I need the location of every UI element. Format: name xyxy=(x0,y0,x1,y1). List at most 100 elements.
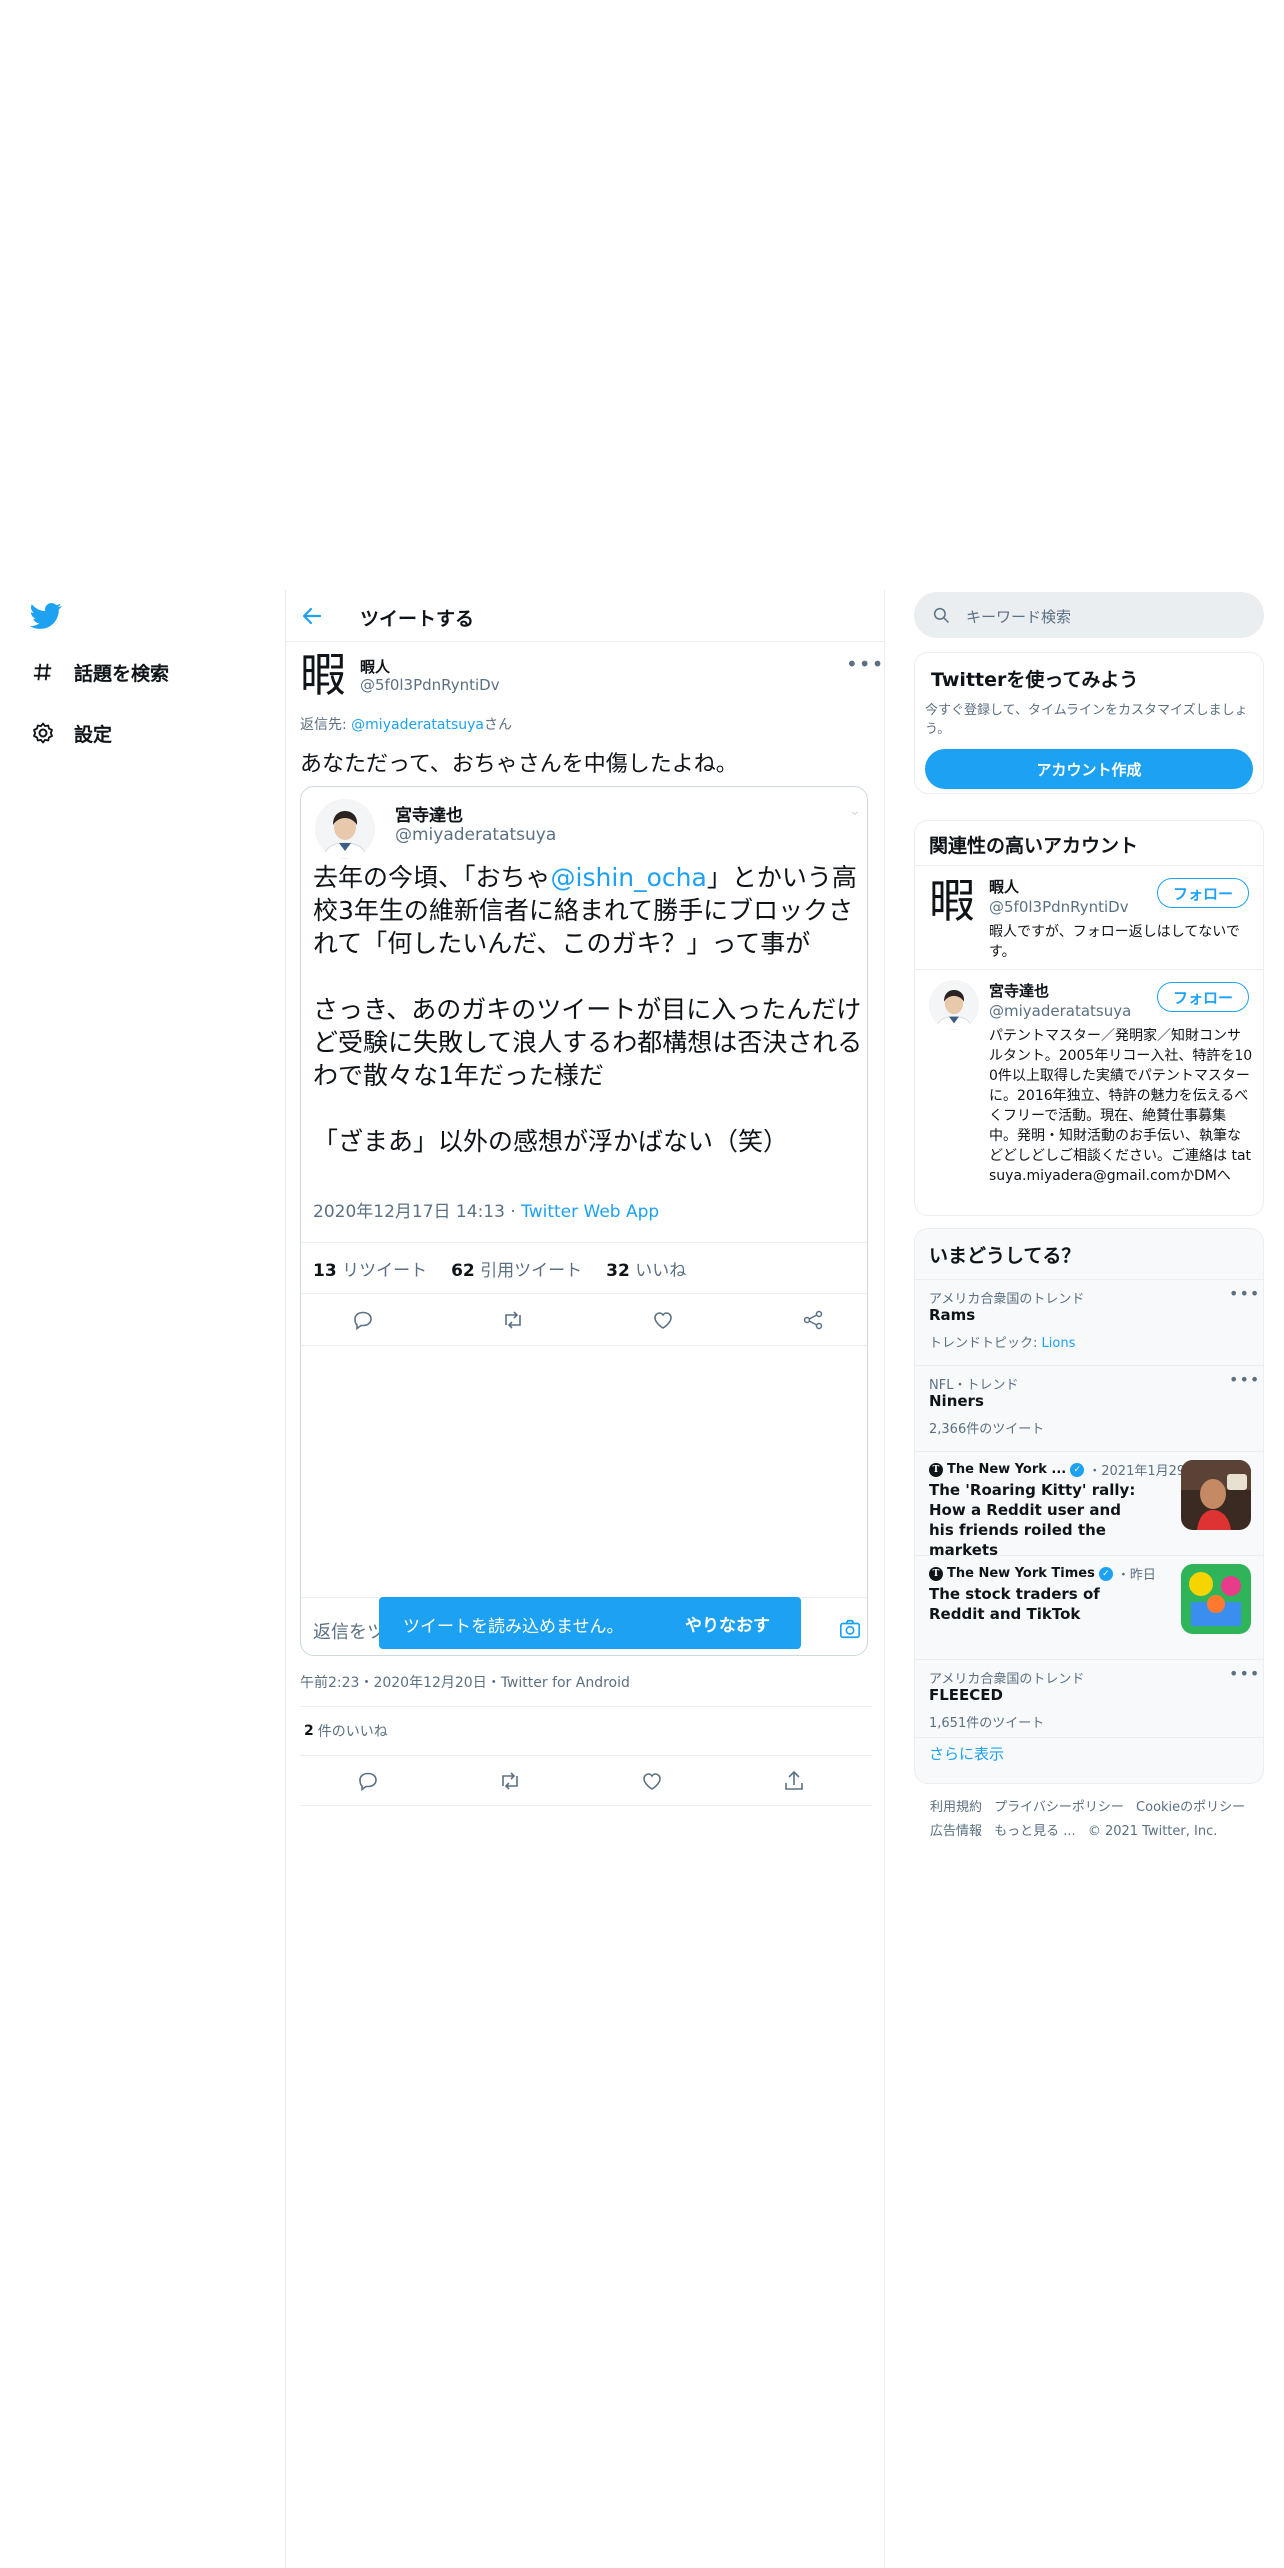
quoted-author-handle[interactable]: @miyaderatatsuya xyxy=(395,825,556,845)
related-account-handle[interactable]: @5f0l3PdnRyntiDv xyxy=(989,898,1129,916)
related-account-bio: 暇人ですが、フォロー返しはしてないです。 xyxy=(989,924,1240,960)
retweet-icon[interactable] xyxy=(498,1769,522,1793)
more-options-icon[interactable]: ••• xyxy=(1229,1664,1260,1683)
page-title: ツイートする xyxy=(360,608,475,630)
footer-link-cookies[interactable]: Cookieのポリシー xyxy=(1136,1800,1245,1815)
retry-button[interactable]: やりなおす xyxy=(685,1611,770,1636)
footer-copyright: © 2021 Twitter, Inc. xyxy=(1087,1824,1218,1839)
nyt-logo-icon: T xyxy=(929,1462,943,1477)
chevron-down-icon[interactable]: ⌄ xyxy=(849,803,861,819)
signup-panel: Twitterを使ってみよう 今すぐ登録して、タイムラインをカスタマイズしましょ… xyxy=(914,652,1264,794)
quoted-mention[interactable]: @ishin_ocha xyxy=(551,863,707,892)
reply-icon[interactable] xyxy=(351,1308,375,1332)
tweet-author-name[interactable]: 暇人 xyxy=(360,656,390,677)
news-source: T The New York ... ✓ ・2021年1月29日 xyxy=(929,1460,1198,1479)
tweet-author-avatar[interactable]: 暇 xyxy=(300,650,354,704)
share-icon[interactable] xyxy=(801,1308,825,1332)
twitter-logo-icon[interactable] xyxy=(30,600,62,632)
verified-badge-icon: ✓ xyxy=(1070,1462,1085,1477)
news-source: T The New York Times ✓ ・昨日 xyxy=(929,1564,1156,1583)
news-item[interactable]: T The New York Times ✓ ・昨日 The stock trader… xyxy=(915,1555,1263,1659)
reply-input-placeholder[interactable]: 返信をツ xyxy=(313,1618,385,1644)
reply-to-mention[interactable]: @miyaderatatsuya xyxy=(351,717,484,733)
news-headline: The stock traders of Reddit and TikTok xyxy=(929,1585,1100,1623)
trend-name: FLEECED xyxy=(929,1686,1004,1704)
like-icon[interactable] xyxy=(640,1769,664,1793)
related-account[interactable]: 宮寺達也 @miyaderatatsuya パテントマスター／発明家／知財コンサ… xyxy=(915,969,1263,1215)
tweet-text: あなただって、おちゃさんを中傷したよね。 xyxy=(300,752,738,777)
trend-subtitle: トレンドトピック: Lions xyxy=(929,1336,1076,1351)
show-more-link[interactable]: さらに表示 xyxy=(929,1743,1004,1764)
trend-topic-link[interactable]: Lions xyxy=(1042,1336,1076,1351)
tweet-likes-row[interactable]: 2 件のいいね xyxy=(300,1706,872,1756)
tweet-timestamp[interactable]: 午前2:23・2020年12月20日・Twitter for Android xyxy=(300,1672,630,1692)
follow-button[interactable]: フォロー xyxy=(1157,878,1249,908)
reply-to-suffix: さん xyxy=(484,717,512,733)
trends-panel: いまどうしてる？ アメリカ合衆国のトレンド Rams トレンドトピック: Lio… xyxy=(914,1228,1264,1784)
more-options-icon[interactable]: ••• xyxy=(846,652,884,676)
related-account-avatar[interactable] xyxy=(929,980,979,1030)
page-header: ツイートする xyxy=(286,590,886,642)
nav-explore-label: 話題を検索 xyxy=(74,662,170,685)
footer: 利用規約 プライバシーポリシー Cookieのポリシー 広告情報 もっと見る .… xyxy=(930,1796,1260,1844)
trend-item[interactable]: アメリカ合衆国のトレンド FLEECED 1,651件のツイート ••• xyxy=(915,1659,1263,1739)
create-account-button[interactable]: アカウント作成 xyxy=(925,749,1253,789)
more-options-icon[interactable]: ••• xyxy=(1229,1370,1260,1389)
nyt-logo-icon: T xyxy=(929,1566,943,1581)
follow-button[interactable]: フォロー xyxy=(1157,982,1249,1012)
news-headline: The 'Roaring Kitty' rally: How a Reddit … xyxy=(929,1481,1136,1559)
footer-link-ads[interactable]: 広告情報 xyxy=(930,1824,982,1839)
quoted-tweet-text: 去年の今頃、「おちゃ@ishin_ocha」とかいう高校3年生の維新信者に絡まれ… xyxy=(313,861,863,1191)
trend-item[interactable]: アメリカ合衆国のトレンド Rams トレンドトピック: Lions ••• xyxy=(915,1279,1263,1365)
search-input[interactable]: キーワード検索 xyxy=(966,606,1071,627)
quoted-timestamp: 2020年12月17日 14:13 · Twitter Web App xyxy=(313,1197,659,1222)
error-toast: ツイートを読み込めません。 やりなおす xyxy=(379,1597,801,1649)
news-thumbnail[interactable] xyxy=(1181,1564,1251,1634)
tweet-action-bar xyxy=(300,1756,872,1806)
trend-tweet-count: 2,366件のツイート xyxy=(929,1422,1045,1437)
nav-explore[interactable]: 話題を検索 xyxy=(30,652,169,692)
quoted-date[interactable]: 2020年12月17日 14:13 · xyxy=(313,1202,521,1222)
related-account-bio: パテントマスター／発明家／知財コンサルタント。2005年リコー入社、特許を100… xyxy=(989,1028,1253,1184)
quoted-text-1a: 去年の今頃、「おちゃ xyxy=(313,863,551,892)
related-account-name[interactable]: 宮寺達也 xyxy=(989,980,1049,1001)
trend-context: アメリカ合衆国のトレンド xyxy=(929,1292,1085,1307)
related-account[interactable]: 暇 暇人 @5f0l3PdnRyntiDv 暇人ですが、フォロー返しはしてないで… xyxy=(915,865,1263,969)
related-account-avatar[interactable]: 暇 xyxy=(929,876,979,926)
back-arrow-icon[interactable] xyxy=(300,604,324,628)
nav-settings-label: 設定 xyxy=(74,723,113,746)
search-bar[interactable]: キーワード検索 xyxy=(914,592,1264,638)
nav-settings[interactable]: 設定 xyxy=(30,713,112,753)
reply-icon[interactable] xyxy=(356,1769,380,1793)
more-options-icon[interactable]: ••• xyxy=(1229,1284,1260,1303)
quoted-paragraph-3: 「ざまあ」以外の感想が浮かばない（笑） xyxy=(313,1127,789,1156)
news-item[interactable]: T The New York ... ✓ ・2021年1月29日 The 'Roari… xyxy=(915,1451,1263,1559)
quoted-stats: 13 リツイート 62 引用ツイート 32 いいね xyxy=(301,1242,867,1294)
embedded-tweet-card[interactable]: 宮寺達也 @miyaderatatsuya ⌄ 去年の今頃、「おちゃ@ishin… xyxy=(300,786,868,1656)
reply-to-prefix: 返信先: xyxy=(300,717,352,733)
quoted-paragraph-1: 去年の今頃、「おちゃ@ishin_ocha」とかいう高校3年生の維新信者に絡まれ… xyxy=(313,861,863,960)
quoted-author-name[interactable]: 宮寺達也 xyxy=(395,801,463,826)
retweet-icon[interactable] xyxy=(501,1308,525,1332)
like-icon[interactable] xyxy=(651,1308,675,1332)
quoted-author-avatar[interactable] xyxy=(315,799,375,859)
quoted-source[interactable]: Twitter Web App xyxy=(521,1202,659,1222)
like-count[interactable]: 32 いいね xyxy=(606,1256,686,1281)
related-accounts-title: 関連性の高いアカウント xyxy=(929,835,1139,857)
share-icon[interactable] xyxy=(782,1769,806,1793)
gear-icon xyxy=(30,720,56,746)
tweet-likes-count: 2 xyxy=(304,1723,314,1739)
trend-item[interactable]: NFL・トレンド Niners 2,366件のツイート ••• xyxy=(915,1365,1263,1451)
tweet-likes-label: 件のいいね xyxy=(317,1724,388,1740)
news-thumbnail[interactable] xyxy=(1181,1460,1251,1530)
quote-count[interactable]: 62 引用ツイート xyxy=(451,1256,582,1281)
tweet-author-handle[interactable]: @5f0l3PdnRyntiDv xyxy=(360,676,500,694)
footer-link-terms[interactable]: 利用規約 xyxy=(930,1800,982,1815)
related-account-name[interactable]: 暇人 xyxy=(989,876,1019,897)
footer-link-privacy[interactable]: プライバシーポリシー xyxy=(994,1800,1124,1815)
footer-link-more[interactable]: もっと見る ... xyxy=(994,1824,1076,1839)
related-account-handle[interactable]: @miyaderatatsuya xyxy=(989,1002,1131,1020)
trend-name: Rams xyxy=(929,1306,976,1324)
camera-icon[interactable] xyxy=(839,1618,861,1640)
retweet-count[interactable]: 13 リツイート xyxy=(313,1256,427,1281)
